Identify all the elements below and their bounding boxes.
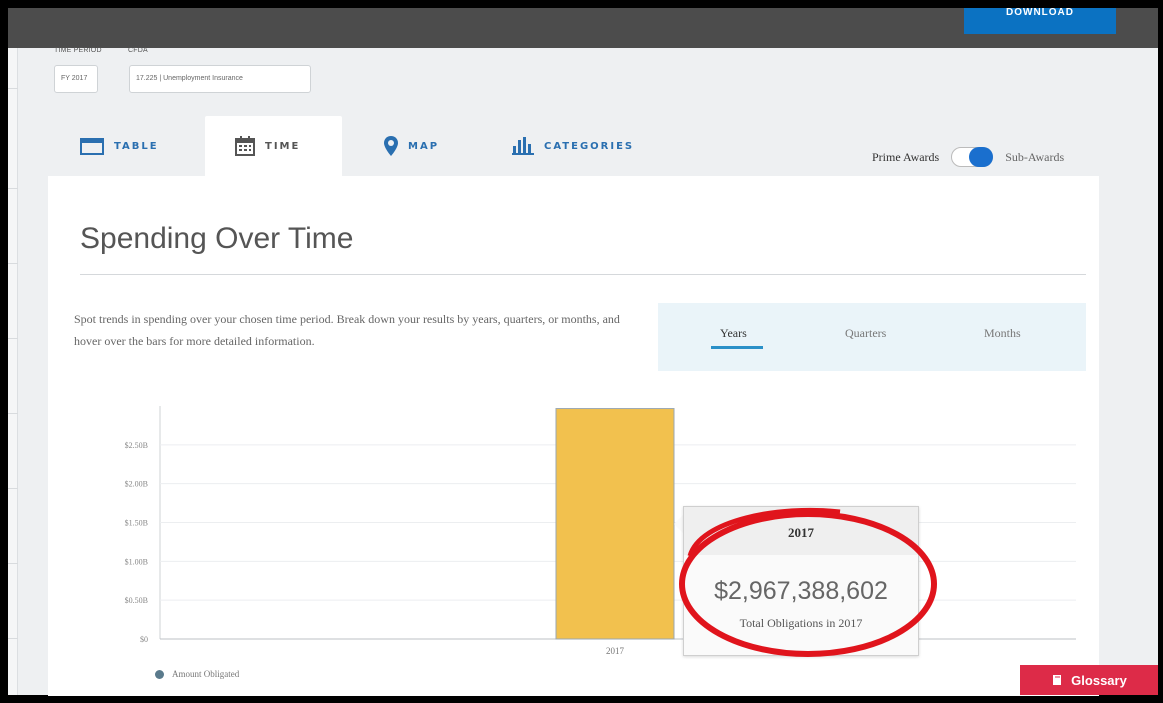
download-button[interactable]: DOWNLOAD [964,8,1116,34]
tab-map[interactable]: MAP [384,116,464,176]
period-selector: Years Quarters Months [658,303,1086,371]
tab-label: TABLE [114,140,159,152]
x-tick-label: 2017 [606,646,625,656]
time-period-label: TIME PERIOD [54,47,102,54]
period-quarters[interactable]: Quarters [845,326,886,341]
awards-switch[interactable] [951,147,994,167]
map-pin-icon [384,136,398,156]
spending-over-time-panel: Spending Over Time Spot trends in spendi… [48,176,1099,696]
bar-2017[interactable] [555,408,675,640]
y-tick-label: $1.50B [125,519,148,528]
panel-description: Spot trends in spending over your chosen… [74,312,620,348]
table-icon [80,138,104,155]
legend-dot [155,669,164,679]
period-years[interactable]: Years [720,326,747,341]
bar-tooltip: 2017 $2,967,388,602 Total Obligations in… [683,506,919,656]
legend-label: Amount Obligated [172,669,240,679]
tab-table[interactable]: TABLE [80,116,200,176]
cfda-filter[interactable]: 17.225 | Unemployment Insurance [129,65,311,93]
bar-chart-icon [512,137,534,155]
tab-label: CATEGORIES [544,140,635,152]
prime-awards-label: Prime Awards [872,149,940,164]
y-tick-label: $2.00B [125,480,148,489]
tooltip-value: $2,967,388,602 [714,577,888,605]
tab-label: MAP [408,140,440,152]
left-sidebar-edge [8,48,18,695]
tooltip-label: Total Obligations in 2017 [739,616,863,630]
cfda-label: CFDA [128,47,148,54]
y-tick-label: $1.00B [125,557,148,566]
sub-awards-label: Sub-Awards [1005,149,1065,164]
top-bar: DOWNLOAD [8,8,1158,48]
tooltip-year: 2017 [684,507,918,555]
glossary-label: Glossary [1071,672,1127,688]
switch-knob [969,147,994,167]
tab-time[interactable]: TIME [205,116,342,176]
y-tick-label: $0 [140,635,148,644]
title-divider [80,274,1086,275]
tab-label: TIME [265,140,301,152]
calendar-icon [235,136,255,156]
book-icon [1053,675,1062,685]
awards-toggle: Prime Awards Sub-Awards [872,147,1064,167]
tab-categories[interactable]: CATEGORIES [512,116,662,176]
y-tick-label: $2.50B [125,441,148,450]
spending-chart: $0 $0.50B $1.00B $1.50B $2.00B $2.50B 2017 [125,406,1076,656]
glossary-button[interactable]: Glossary [1020,665,1158,695]
y-tick-label: $0.50B [125,596,148,605]
period-months[interactable]: Months [984,326,1021,341]
active-period-underline [711,346,763,349]
time-period-filter[interactable]: FY 2017 [54,65,98,93]
chart-legend: Amount Obligated [155,669,239,679]
page-title: Spending Over Time [80,222,354,255]
